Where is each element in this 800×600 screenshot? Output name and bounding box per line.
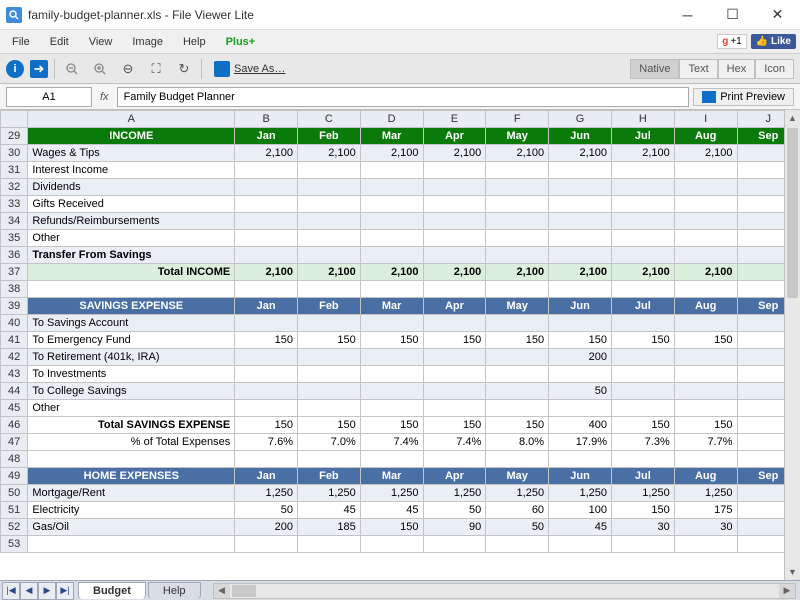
horizontal-scrollbar[interactable]: ◀ ▶ [213, 583, 796, 599]
cell-reference-input[interactable] [6, 87, 92, 107]
save-as-button[interactable]: Save As… [208, 59, 291, 79]
hscroll-thumb[interactable] [232, 585, 256, 597]
run-icon[interactable]: ➜ [30, 60, 48, 78]
spreadsheet-grid[interactable]: ABCDEFGHIJ29INCOMEJanFebMarAprMayJunJulA… [0, 110, 800, 553]
fx-label: fx [96, 91, 113, 103]
menu-plus[interactable]: Plus+ [218, 34, 264, 50]
viewmode-icon[interactable]: Icon [755, 59, 794, 79]
zoom-out-icon[interactable] [61, 58, 83, 80]
scroll-down-icon[interactable]: ▼ [785, 564, 800, 580]
save-icon [214, 61, 230, 77]
tab-nav-last[interactable]: ▶| [56, 582, 74, 600]
fit-page-icon[interactable]: ⛶ [145, 58, 167, 80]
tab-nav-next[interactable]: ▶ [38, 582, 56, 600]
info-icon[interactable]: i [6, 60, 24, 78]
facebook-like-button[interactable]: 👍 Like [751, 34, 796, 49]
viewmode-native[interactable]: Native [630, 59, 679, 79]
menu-view[interactable]: View [81, 34, 121, 50]
minimize-button[interactable]: ─ [665, 0, 710, 30]
fit-width-icon[interactable]: ⊖ [117, 58, 139, 80]
spreadsheet-area[interactable]: ABCDEFGHIJ29INCOMEJanFebMarAprMayJunJulA… [0, 110, 800, 580]
app-icon [6, 7, 22, 23]
tab-nav-prev[interactable]: ◀ [20, 582, 38, 600]
menu-help[interactable]: Help [175, 34, 214, 50]
title-bar: family-budget-planner.xls - File Viewer … [0, 0, 800, 30]
google-plus-button[interactable]: g+1 [717, 34, 747, 49]
close-button[interactable]: ✕ [755, 0, 800, 30]
tab-nav-first[interactable]: |◀ [2, 582, 20, 600]
actual-size-icon[interactable]: ↻ [173, 58, 195, 80]
scroll-up-icon[interactable]: ▲ [785, 110, 800, 126]
formula-bar: fx Print Preview [0, 84, 800, 110]
viewmode-hex[interactable]: Hex [718, 59, 756, 79]
formula-input[interactable] [117, 87, 690, 107]
toolbar: i ➜ ⊖ ⛶ ↻ Save As… Native Text Hex Icon [0, 54, 800, 84]
menu-file[interactable]: File [4, 34, 38, 50]
hscroll-left-icon[interactable]: ◀ [214, 584, 230, 598]
scroll-thumb[interactable] [787, 128, 798, 298]
sheet-tab-budget[interactable]: Budget [78, 582, 146, 599]
viewmode-text[interactable]: Text [679, 59, 717, 79]
hscroll-right-icon[interactable]: ▶ [779, 584, 795, 598]
vertical-scrollbar[interactable]: ▲ ▼ [784, 110, 800, 580]
menu-bar: File Edit View Image Help Plus+ g+1 👍 Li… [0, 30, 800, 54]
sheet-tab-bar: |◀ ◀ ▶ ▶| Budget Help ◀ ▶ [0, 580, 800, 600]
printer-icon [702, 91, 716, 103]
print-preview-button[interactable]: Print Preview [693, 88, 794, 106]
menu-edit[interactable]: Edit [42, 34, 77, 50]
window-title: family-budget-planner.xls - File Viewer … [28, 8, 665, 22]
maximize-button[interactable]: ☐ [710, 0, 755, 30]
zoom-in-icon[interactable] [89, 58, 111, 80]
sheet-tab-help[interactable]: Help [148, 582, 201, 599]
menu-image[interactable]: Image [124, 34, 171, 50]
